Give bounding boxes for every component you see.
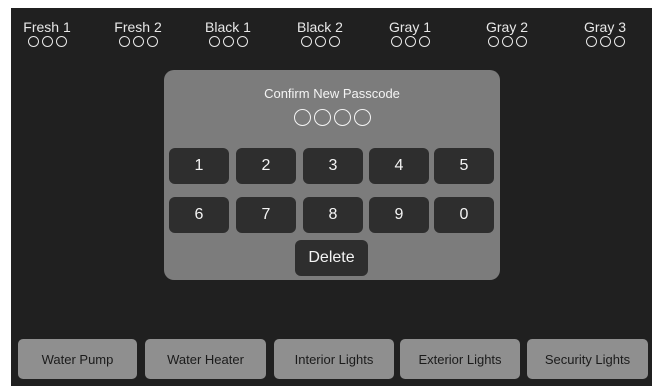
tank-label: Black 2 <box>297 19 343 35</box>
level-dot <box>236 36 248 47</box>
tank-gray-3: Gray 3 <box>576 20 634 47</box>
passcode-digit-dot <box>293 109 311 126</box>
level-dot <box>208 36 220 47</box>
security-lights-button[interactable]: Security Lights <box>527 339 648 379</box>
level-dot <box>404 36 416 47</box>
tank-label: Gray 2 <box>485 19 528 35</box>
tank-level-dots <box>109 36 167 47</box>
level-dot <box>487 36 499 47</box>
passcode-dialog: Confirm New Passcode 1 2 3 4 5 6 7 8 9 0… <box>164 70 500 280</box>
tank-black-2: Black 2 <box>291 20 349 47</box>
tank-level-dots <box>381 36 439 47</box>
level-dot <box>222 36 234 47</box>
keypad-key-9[interactable]: 9 <box>369 197 429 233</box>
control-panel-screen: Fresh 1 Fresh 2 Black 1 Black 2 Gray 1 G… <box>11 8 652 386</box>
level-dot <box>418 36 430 47</box>
level-dot <box>41 36 53 47</box>
tank-level-dots <box>478 36 536 47</box>
tank-label: Fresh 1 <box>23 19 71 35</box>
level-dot <box>118 36 130 47</box>
level-dot <box>300 36 312 47</box>
water-pump-button[interactable]: Water Pump <box>18 339 137 379</box>
tank-label: Gray 1 <box>388 19 431 35</box>
level-dot <box>55 36 67 47</box>
tank-label: Gray 3 <box>583 19 626 35</box>
level-dot <box>314 36 326 47</box>
level-dot <box>132 36 144 47</box>
level-dot <box>328 36 340 47</box>
tank-level-dots <box>576 36 634 47</box>
level-dot <box>599 36 611 47</box>
level-dot <box>390 36 402 47</box>
keypad-key-3[interactable]: 3 <box>303 148 363 184</box>
keypad-key-5[interactable]: 5 <box>434 148 494 184</box>
tank-gray-1: Gray 1 <box>381 20 439 47</box>
level-dot <box>585 36 597 47</box>
passcode-digit-dot <box>333 109 351 126</box>
passcode-digit-dot <box>353 109 371 126</box>
water-heater-button[interactable]: Water Heater <box>145 339 266 379</box>
passcode-entry-dots <box>164 109 500 126</box>
keypad-key-7[interactable]: 7 <box>236 197 296 233</box>
keypad-key-1[interactable]: 1 <box>169 148 229 184</box>
level-dot <box>613 36 625 47</box>
level-dot <box>27 36 39 47</box>
tank-label: Fresh 2 <box>114 19 162 35</box>
tank-fresh-2: Fresh 2 <box>109 20 167 47</box>
level-dot <box>501 36 513 47</box>
tank-level-dots <box>199 36 257 47</box>
keypad-key-4[interactable]: 4 <box>369 148 429 184</box>
delete-button[interactable]: Delete <box>295 240 368 276</box>
keypad-key-0[interactable]: 0 <box>434 197 494 233</box>
passcode-digit-dot <box>313 109 331 126</box>
keypad-key-8[interactable]: 8 <box>303 197 363 233</box>
tank-gray-2: Gray 2 <box>478 20 536 47</box>
tank-fresh-1: Fresh 1 <box>18 20 76 47</box>
level-dot <box>146 36 158 47</box>
tank-level-dots <box>18 36 76 47</box>
exterior-lights-button[interactable]: Exterior Lights <box>400 339 520 379</box>
tank-level-dots <box>291 36 349 47</box>
tank-label: Black 1 <box>205 19 251 35</box>
level-dot <box>515 36 527 47</box>
interior-lights-button[interactable]: Interior Lights <box>274 339 394 379</box>
dialog-title: Confirm New Passcode <box>264 86 400 101</box>
tank-black-1: Black 1 <box>199 20 257 47</box>
keypad-key-2[interactable]: 2 <box>236 148 296 184</box>
keypad-key-6[interactable]: 6 <box>169 197 229 233</box>
